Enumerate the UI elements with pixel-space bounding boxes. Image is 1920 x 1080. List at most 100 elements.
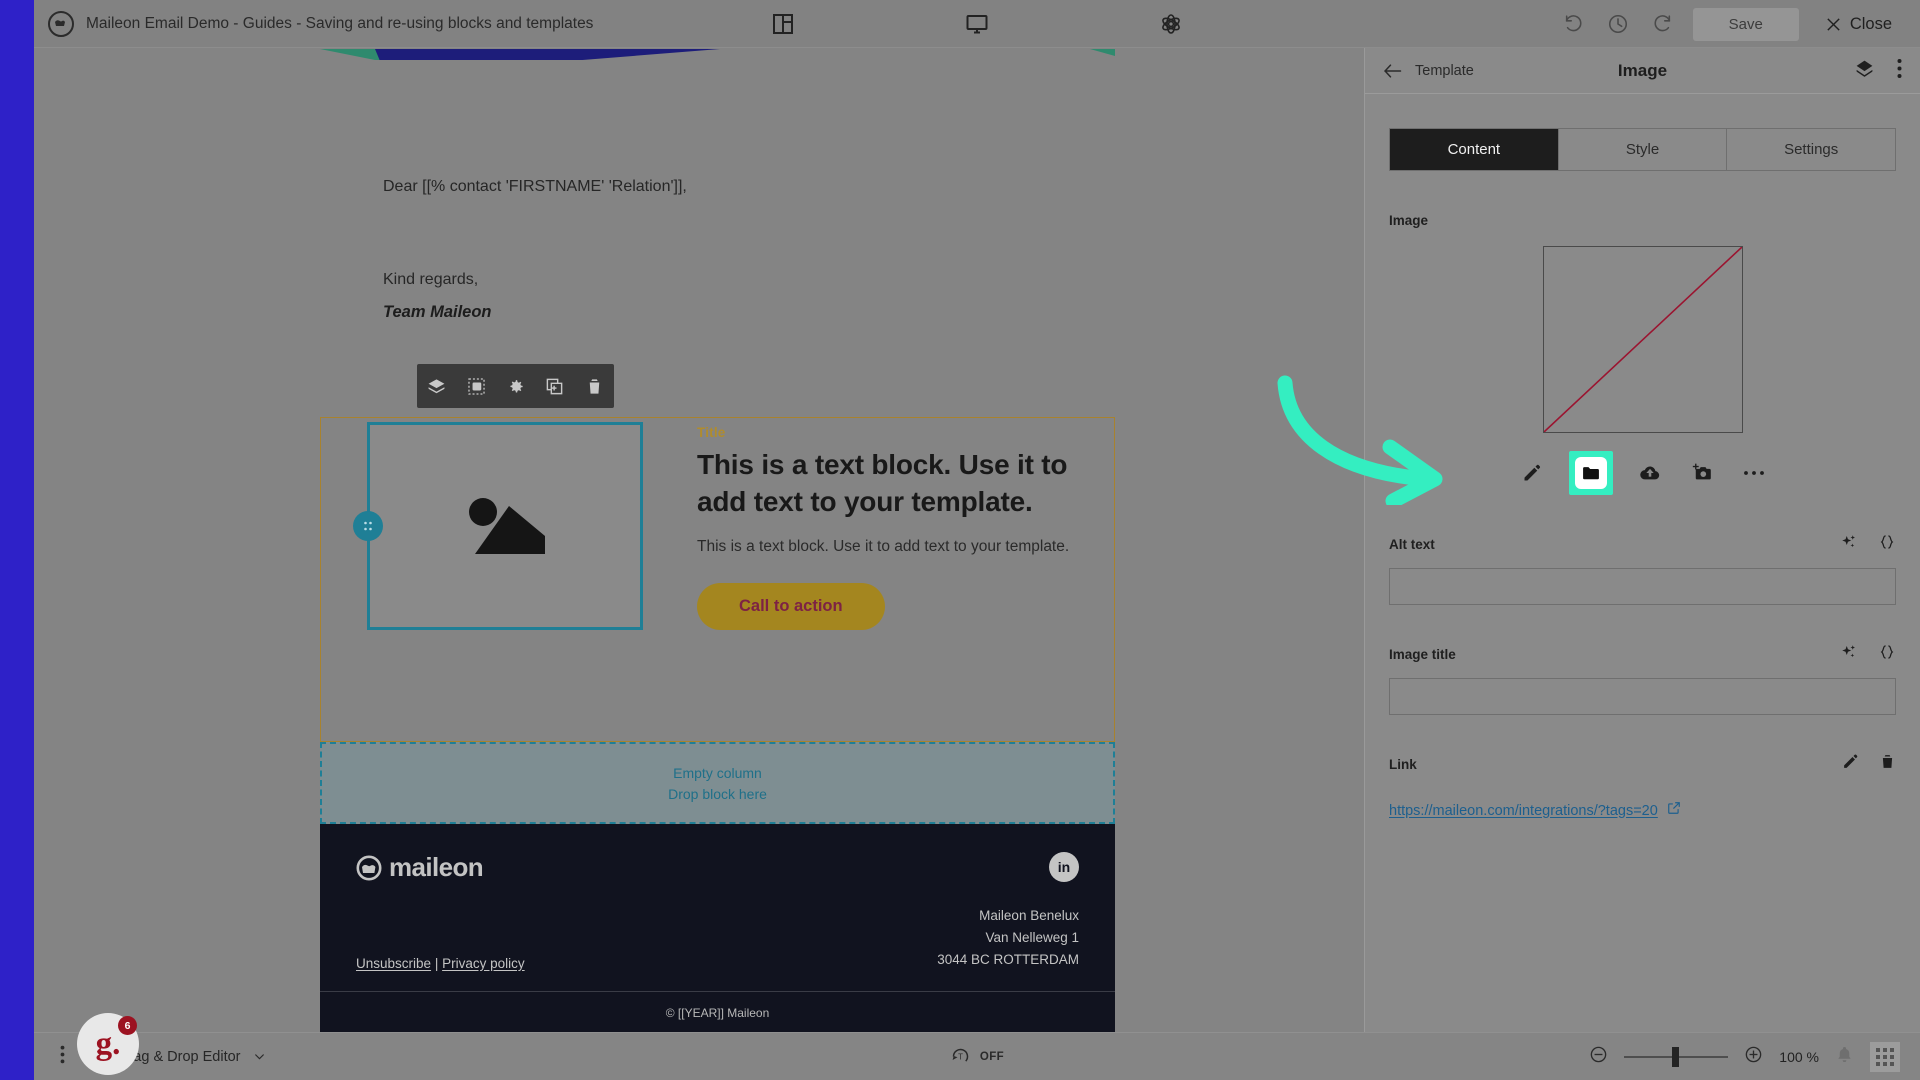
panel-header: Template Image: [1365, 48, 1920, 94]
top-toolbar: Maileon Email Demo - Guides - Saving and…: [34, 0, 1920, 48]
maileon-logo-icon: [356, 855, 382, 880]
image-title-input[interactable]: [1389, 678, 1896, 715]
email-canvas[interactable]: Dear [[% contact 'FIRSTNAME' 'Relation']…: [34, 48, 1364, 1032]
gear-icon[interactable]: [504, 375, 526, 397]
select-block-icon[interactable]: [465, 375, 487, 397]
email-regards: Kind regards,: [383, 271, 479, 288]
text-toggle-icon[interactable]: T: [950, 1046, 971, 1067]
footer-link-separator: |: [434, 955, 439, 971]
apps-grid-icon[interactable]: [1870, 1041, 1900, 1072]
clock-history-icon[interactable]: [1605, 11, 1631, 37]
unsubscribe-link[interactable]: Unsubscribe: [356, 956, 431, 971]
panel-tabs: Content Style Settings: [1389, 128, 1896, 171]
layout-grid-icon[interactable]: [770, 11, 796, 37]
hero-graphic: [320, 48, 1115, 60]
more-dots-icon[interactable]: [1739, 458, 1769, 488]
alt-text-input[interactable]: [1389, 568, 1896, 605]
empty-column-line1: Empty column: [673, 764, 762, 781]
curly-braces-icon[interactable]: [1878, 643, 1896, 666]
image-column[interactable]: [321, 418, 689, 741]
kebab-menu-icon[interactable]: [1897, 58, 1902, 84]
image-section-label: Image: [1389, 213, 1429, 228]
text-column[interactable]: Title This is a text block. Use it to ad…: [689, 418, 1114, 741]
link-label: Link: [1389, 756, 1417, 772]
content-row[interactable]: Title This is a text block. Use it to ad…: [320, 417, 1115, 742]
image-placeholder-icon: [469, 498, 545, 554]
panel-back-label: Template: [1415, 62, 1474, 79]
linkedin-icon[interactable]: in: [1049, 852, 1079, 882]
help-widget-letter: g.: [95, 1025, 121, 1062]
tab-content[interactable]: Content: [1390, 129, 1559, 170]
call-to-action-button[interactable]: Call to action: [697, 583, 885, 631]
application-window: Maileon Email Demo - Guides - Saving and…: [34, 0, 1920, 1080]
help-widget-badge[interactable]: g. 6: [77, 1013, 139, 1075]
bell-icon[interactable]: [1835, 1045, 1854, 1069]
text-toggle-state: OFF: [979, 1050, 1005, 1063]
document-title: Maileon Email Demo - Guides - Saving and…: [86, 14, 594, 32]
desktop-preview-icon[interactable]: [964, 11, 990, 37]
folder-browse-icon[interactable]: [1568, 451, 1613, 495]
duplicate-icon[interactable]: [544, 375, 566, 397]
tab-style[interactable]: Style: [1559, 129, 1728, 170]
svg-text:T: T: [958, 1053, 963, 1062]
zoom-out-icon[interactable]: [1589, 1045, 1608, 1069]
trash-icon[interactable]: [1879, 753, 1896, 775]
footer-logo-text: maileon: [389, 852, 484, 882]
email-footer[interactable]: maileon in Unsubscribe | Privacy policy …: [320, 824, 1115, 1032]
zoom-slider-thumb[interactable]: [1672, 1046, 1680, 1067]
tab-settings[interactable]: Settings: [1727, 129, 1895, 170]
atom-icon[interactable]: [1158, 11, 1184, 37]
email-body: Dear [[% contact 'FIRSTNAME' 'Relation']…: [320, 48, 1115, 322]
footer-address-line-1: Maileon Benelux: [979, 908, 1079, 923]
alt-text-label: Alt text: [1389, 537, 1435, 552]
redo-icon[interactable]: [1649, 11, 1675, 37]
external-link-icon[interactable]: [1667, 801, 1681, 820]
kebab-menu-icon[interactable]: [60, 1045, 65, 1069]
add-photo-camera-icon[interactable]: [1687, 458, 1717, 488]
panel-back-button[interactable]: Template: [1383, 62, 1474, 80]
zoom-in-icon[interactable]: [1744, 1045, 1763, 1069]
block-floating-toolbar: [417, 364, 614, 408]
zoom-level-label: 100 %: [1779, 1048, 1819, 1065]
pencil-edit-icon[interactable]: [1517, 458, 1547, 488]
trash-icon[interactable]: [583, 375, 605, 397]
properties-panel: Template Image Content Style Settings Im…: [1364, 48, 1920, 1032]
text-eyebrow: Title: [697, 425, 726, 440]
top-toolbar-right: Save Close: [1561, 0, 1920, 48]
privacy-policy-link[interactable]: Privacy policy: [442, 956, 525, 971]
footer-address: Maileon Benelux Van Nelleweg 1 3044 BC R…: [937, 905, 1079, 971]
close-x-icon: [1827, 17, 1840, 31]
drag-handle[interactable]: [353, 511, 383, 541]
email-signature: Team Maileon: [383, 303, 492, 321]
image-block-selected[interactable]: [353, 422, 643, 630]
pencil-edit-icon[interactable]: [1842, 753, 1859, 775]
zoom-slider[interactable]: [1624, 1046, 1729, 1067]
close-button[interactable]: Close: [1825, 15, 1892, 34]
footer-address-line-3: 3044 BC ROTTERDAM: [937, 951, 1079, 967]
text-heading: This is a text block. Use it to add text…: [697, 449, 1068, 518]
footer-address-line-2: Van Nelleweg 1: [985, 929, 1079, 945]
close-label: Close: [1849, 14, 1892, 33]
text-body: This is a text block. Use it to add text…: [697, 538, 1070, 556]
cloud-upload-icon[interactable]: [1635, 458, 1665, 488]
email-greeting: Dear [[% contact 'FIRSTNAME' 'Relation']…: [383, 178, 687, 195]
save-button[interactable]: Save: [1692, 7, 1799, 41]
undo-icon[interactable]: [1561, 11, 1587, 37]
image-preview-broken[interactable]: [1542, 246, 1743, 433]
footer-logo: maileon: [356, 852, 484, 883]
layers-icon[interactable]: [426, 375, 448, 397]
layers-diamond-icon[interactable]: [1854, 58, 1875, 84]
link-value-row[interactable]: https://maileon.com/integrations/?tags=2…: [1389, 801, 1896, 820]
empty-column-line2: Drop block here: [668, 785, 767, 802]
bottom-toolbar: Drag & Drop Editor T OFF 100 %: [34, 1032, 1920, 1080]
arrow-left-icon: [1384, 63, 1402, 78]
link-url[interactable]: https://maileon.com/integrations/?tags=2…: [1389, 803, 1658, 819]
chevron-down-icon: [254, 1054, 264, 1060]
ai-sparkle-icon[interactable]: [1840, 643, 1858, 666]
curly-braces-icon[interactable]: [1878, 533, 1896, 556]
footer-copyright: © [[YEAR]] Maileon: [665, 1005, 770, 1020]
empty-column-dropzone[interactable]: Empty column Drop block here: [320, 742, 1115, 824]
screen-root: Maileon Email Demo - Guides - Saving and…: [0, 0, 1920, 1080]
maileon-logo-icon: [48, 10, 74, 37]
ai-sparkle-icon[interactable]: [1840, 533, 1858, 556]
